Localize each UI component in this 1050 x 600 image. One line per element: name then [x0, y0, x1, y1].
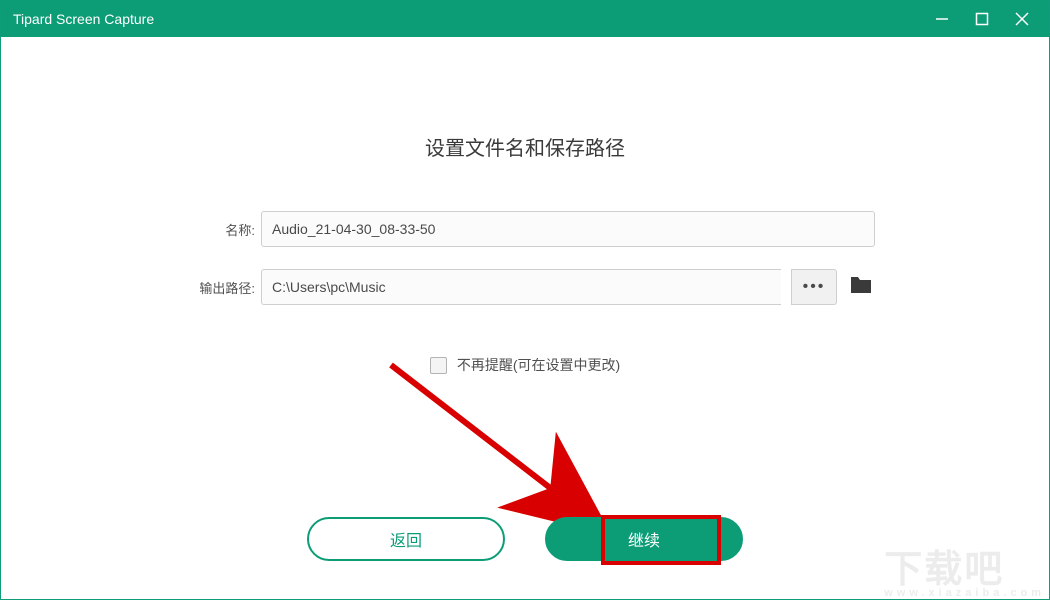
folder-icon — [849, 275, 873, 300]
dialog-heading: 设置文件名和保存路径 — [1, 132, 1049, 161]
maximize-button[interactable] — [973, 10, 991, 28]
dont-remind-checkbox[interactable] — [430, 357, 447, 374]
back-button[interactable]: 返回 — [307, 517, 505, 561]
dont-remind-row: 不再提醒(可在设置中更改) — [1, 355, 1049, 375]
minimize-button[interactable] — [933, 10, 951, 28]
close-button[interactable] — [1013, 10, 1031, 28]
watermark: 下载吧 www.xiazaiba.com — [884, 538, 1045, 599]
titlebar: Tipard Screen Capture — [1, 1, 1049, 37]
open-folder-button[interactable] — [847, 273, 875, 301]
browse-button[interactable]: ••• — [791, 269, 837, 305]
continue-button-label: 继续 — [628, 527, 660, 551]
continue-button[interactable]: 继续 — [545, 517, 743, 561]
path-label: 输出路径: — [175, 278, 255, 297]
back-button-label: 返回 — [390, 527, 422, 551]
output-path-input[interactable] — [261, 269, 781, 305]
dont-remind-label: 不再提醒(可在设置中更改) — [457, 355, 620, 375]
name-label: 名称: — [175, 220, 255, 239]
filename-input[interactable] — [261, 211, 875, 247]
form: 名称: 输出路径: ••• — [175, 211, 875, 305]
annotation-highlight-box — [601, 515, 721, 565]
window-title: Tipard Screen Capture — [13, 11, 933, 27]
